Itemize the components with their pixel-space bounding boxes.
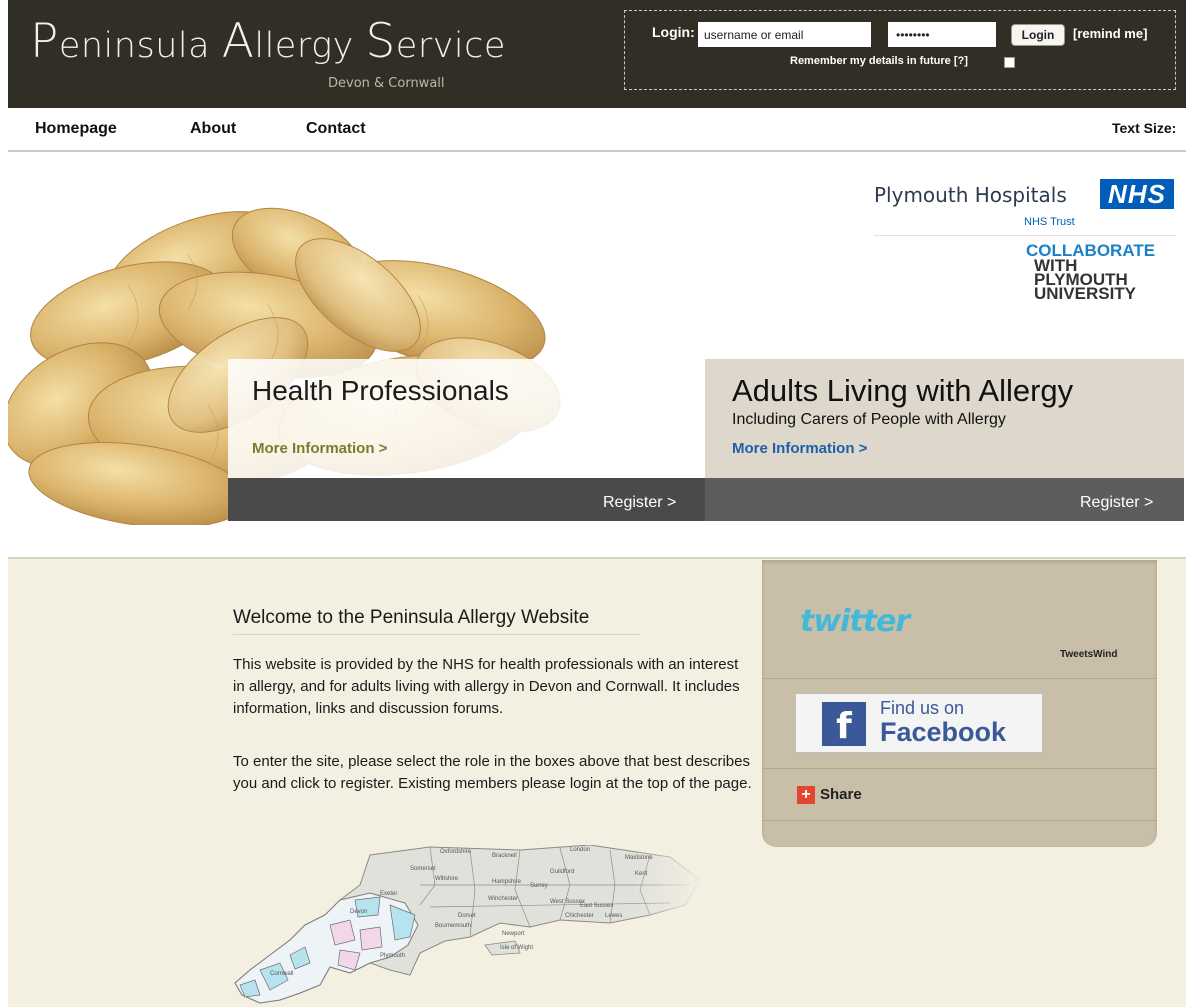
map-label: Winchester <box>488 896 518 902</box>
health-professionals-title: Health Professionals <box>252 375 509 406</box>
map-label: Hampshire <box>492 879 522 885</box>
remind-me-link[interactable]: [remind me] <box>1073 26 1147 41</box>
sidebar-divider <box>762 820 1157 821</box>
nav-item-about[interactable]: About <box>190 120 236 138</box>
map-label: Kent <box>635 871 648 877</box>
map-label: Surrey <box>530 883 548 889</box>
nhs-trust-label: NHS Trust <box>1024 216 1075 228</box>
share-button[interactable]: Share <box>820 786 862 803</box>
map-label: Newport <box>502 931 525 937</box>
title-initial-a: A <box>221 14 255 69</box>
map-label: Isle of Wight <box>500 945 533 951</box>
map-label: Lewes <box>605 913 622 919</box>
facebook-icon: f <box>822 702 866 747</box>
sidebar-divider <box>762 768 1157 769</box>
map-label: Somerset <box>410 866 436 872</box>
map-label: Dorset <box>458 913 476 919</box>
region-map: Oxfordshire Bracknell London Somerset Wiltsh… <box>230 845 705 1007</box>
title-word-llergy: llergy <box>254 26 366 66</box>
remember-me-label: Remember my details in future [?] <box>790 55 968 67</box>
welcome-heading: Welcome to the Peninsula Allergy Website <box>233 607 590 628</box>
map-label: London <box>570 847 590 853</box>
nav-item-homepage[interactable]: Homepage <box>35 120 117 138</box>
username-input[interactable] <box>698 22 871 47</box>
title-initial-s: S <box>365 14 396 69</box>
map-label: Devon <box>350 909 367 915</box>
site-title[interactable]: Peninsula Allergy Service <box>30 14 506 69</box>
map-label: Bournemouth <box>435 923 471 929</box>
adults-register-button[interactable]: Register > <box>1080 494 1153 512</box>
login-button[interactable]: Login <box>1011 24 1065 46</box>
adults-allergy-title: Adults Living with Allergy <box>732 373 1074 408</box>
title-word-ervice: ervice <box>395 26 506 66</box>
title-word-eninsula: eninsula <box>58 26 222 66</box>
health-register-button[interactable]: Register > <box>603 494 676 512</box>
map-label: Exeter <box>380 891 397 897</box>
login-label: Login: <box>652 24 695 40</box>
health-more-info-link[interactable]: More Information > <box>252 440 387 457</box>
share-icon[interactable]: + <box>797 786 815 804</box>
tweetswind-link[interactable]: TweetsWind <box>1060 649 1118 660</box>
main-nav <box>8 108 1186 152</box>
site-subtitle: Devon & Cornwall <box>328 76 445 91</box>
sidebar-divider <box>762 678 1157 679</box>
title-initial-p: P <box>30 14 59 69</box>
map-label: Oxfordshire <box>440 849 472 855</box>
twitter-logo[interactable]: twitter <box>800 604 910 639</box>
welcome-paragraph-2: To enter the site, please select the rol… <box>233 753 752 792</box>
map-label: Plymouth <box>380 953 405 959</box>
plymouth-university-logo: WITH PLYMOUTH UNIVERSITY <box>1034 257 1184 303</box>
welcome-divider <box>233 634 640 635</box>
map-label: Bracknell <box>492 853 517 859</box>
university-label: UNIVERSITY <box>1034 284 1137 303</box>
nav-item-contact[interactable]: Contact <box>306 120 366 138</box>
welcome-paragraph-1: This website is provided by the NHS for … <box>233 656 740 717</box>
adults-more-info-link[interactable]: More Information > <box>732 440 867 457</box>
remember-me-checkbox[interactable] <box>1004 57 1015 68</box>
facebook-name-label: Facebook <box>880 717 1007 747</box>
map-label: East Sussex <box>580 903 613 909</box>
plymouth-hospitals-logo: Plymouth Hospitals <box>874 183 1067 207</box>
facebook-find-label: Find us on <box>880 698 965 718</box>
map-label: Wiltshire <box>435 876 459 882</box>
map-label: Maidstone <box>625 855 653 861</box>
map-label: Cornwall <box>270 971 293 977</box>
map-label: Chichester <box>565 913 594 919</box>
nhs-logo: NHS <box>1100 179 1174 209</box>
text-size-label: Text Size: <box>1112 120 1177 136</box>
password-input[interactable] <box>888 22 996 47</box>
map-label: Guildford <box>550 869 574 875</box>
partner-divider <box>874 235 1176 236</box>
adults-allergy-subtitle: Including Carers of People with Allergy <box>732 411 1006 428</box>
